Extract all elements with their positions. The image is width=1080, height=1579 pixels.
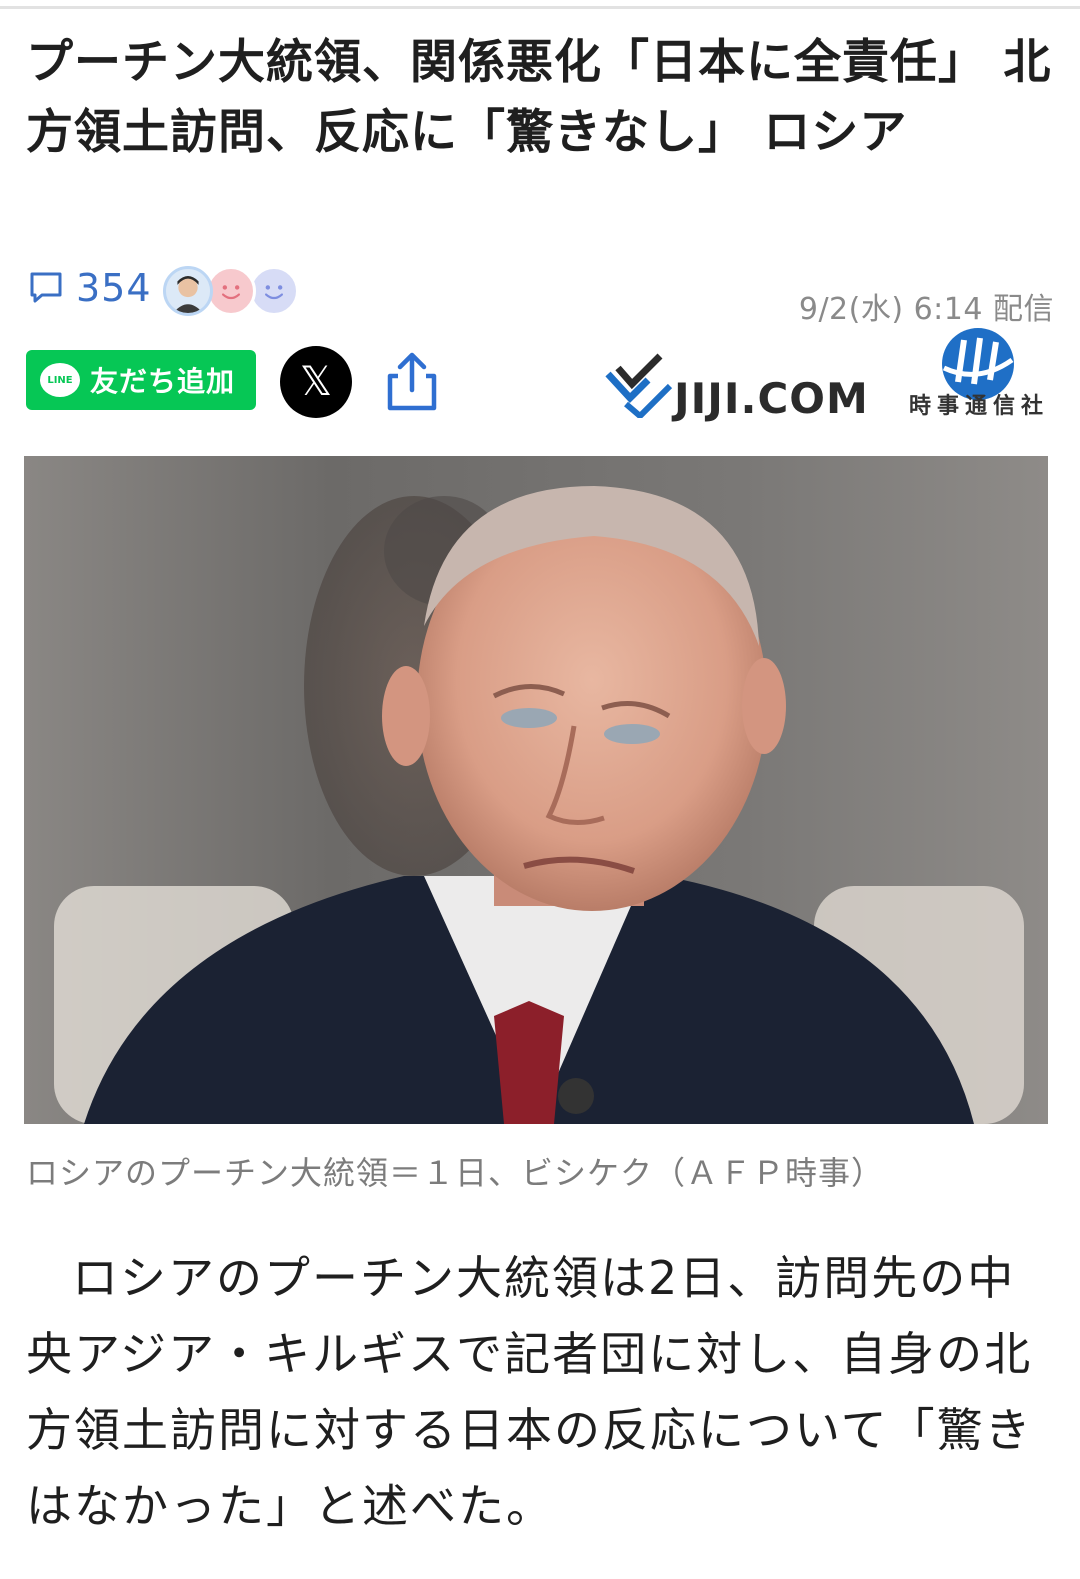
happy-face-icon — [249, 266, 299, 316]
article-photo[interactable] — [24, 456, 1048, 1124]
speech-bubble-icon — [30, 272, 62, 303]
x-share-button[interactable]: 𝕏 — [280, 346, 352, 418]
reaction-avatars[interactable] — [163, 266, 303, 318]
article-title: プーチン大統領、関係悪化「日本に全責任」 北方領土訪問、反応に「驚きなし」 ロシ… — [26, 35, 1052, 160]
share-row: LINE 友だち追加 𝕏 JIJI.COM 時事通信社 — [26, 328, 1054, 436]
jiji-check-icon — [605, 353, 673, 418]
line-icon: LINE — [40, 363, 80, 397]
article-body: ロシアのプーチン大統領は2日、訪問先の中央アジア・キルギスで記者団に対し、自身の… — [26, 1251, 1033, 1533]
line-button-label: 友だち追加 — [90, 365, 236, 398]
jiji-com-wordmark: JIJI.COM — [674, 374, 869, 423]
jiji-press-logo[interactable]: 時事通信社 — [904, 326, 1054, 436]
top-divider — [0, 6, 1080, 9]
published-date: 9/2(水) 6:14 配信 — [798, 292, 1054, 327]
smile-face-icon — [206, 266, 256, 316]
photo-caption: ロシアのプーチン大統領＝１日、ビシケク（ＡＦＰ時事） — [26, 1154, 885, 1192]
jiji-press-name: 時事通信社 — [908, 394, 1049, 419]
x-logo-icon: 𝕏 — [299, 359, 333, 405]
comment-count: 354 — [76, 266, 152, 310]
jiji-com-logo[interactable]: JIJI.COM — [604, 346, 904, 436]
comments-link[interactable]: 354 — [26, 266, 152, 310]
putin-photo-image — [24, 456, 1048, 1124]
share-icon[interactable] — [382, 350, 442, 414]
line-add-friend-button[interactable]: LINE 友だち追加 — [26, 350, 256, 410]
commenter-avatar — [163, 266, 213, 316]
article-meta: 354 9/2(水) 6:14 配信 — [26, 266, 1054, 327]
